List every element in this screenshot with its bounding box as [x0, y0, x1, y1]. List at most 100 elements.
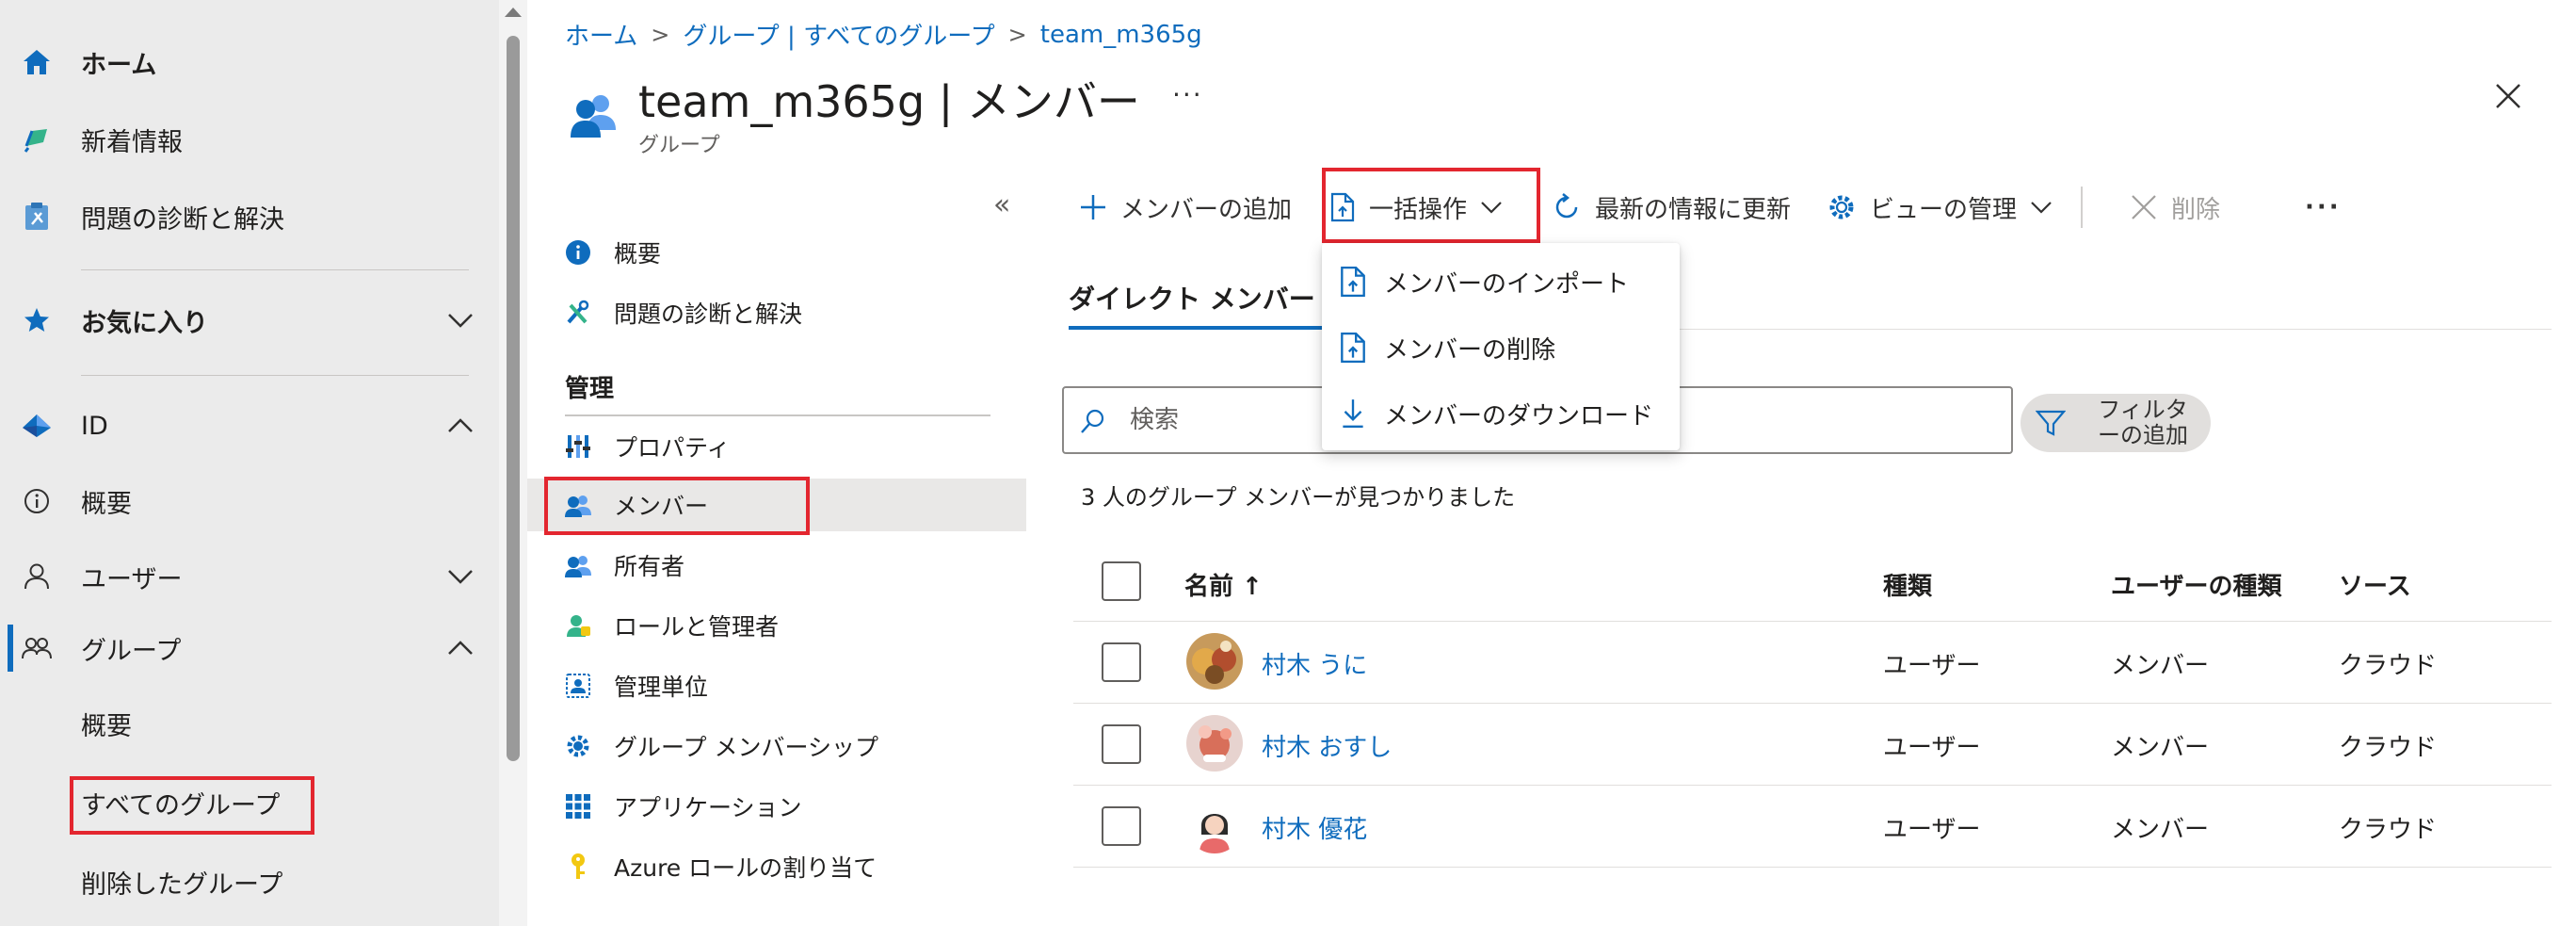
left-navigation: ホーム 新着情報 問題の診断と解決 お気に入り ID 概要 ユーザー グループ …	[0, 0, 499, 926]
chevron-up-icon[interactable]	[446, 416, 475, 435]
row-checkbox[interactable]	[1102, 724, 1141, 764]
delete-label: 削除	[2171, 195, 2221, 224]
menu-diagnose[interactable]: 問題の診断と解決	[527, 286, 1026, 339]
menu-properties-label: プロパティ	[614, 434, 731, 462]
nav-home-label: ホーム	[81, 50, 157, 80]
refresh-button[interactable]: 最新の情報に更新	[1552, 179, 1791, 236]
group-icon	[571, 95, 616, 138]
breadcrumb-groups[interactable]: グループ | すべてのグループ	[683, 17, 994, 52]
filter-icon	[2036, 410, 2066, 436]
nav-groups-label: グループ	[81, 636, 182, 666]
page-title: team_m365g | メンバー	[638, 76, 1140, 127]
member-name-link[interactable]: 村木 うに	[1262, 646, 1367, 681]
member-source: クラウド	[2339, 816, 2438, 844]
menu-item-download-members[interactable]: メンバーのダウンロード	[1322, 382, 1680, 445]
admin-unit-icon	[563, 671, 593, 701]
nav-favorites[interactable]: お気に入り	[0, 292, 499, 349]
menu-roles-admins[interactable]: ロールと管理者	[527, 599, 1026, 652]
table-row[interactable]: 村木 優花 ユーザー メンバー クラウド	[1073, 786, 2552, 868]
column-header-name[interactable]: 名前 ↑	[1184, 567, 1263, 602]
table-header: 名前 ↑ 種類 ユーザーの種類 ソース	[1073, 546, 2552, 622]
person-icon	[21, 560, 53, 593]
member-user-type: メンバー	[2111, 816, 2210, 844]
member-user-type: メンバー	[2111, 652, 2210, 680]
menu-owners[interactable]: 所有者	[527, 539, 1026, 592]
nav-diagnose-label: 問題の診断と解決	[81, 204, 284, 235]
menu-roles-admins-label: ロールと管理者	[614, 613, 780, 641]
breadcrumb-separator: >	[1007, 21, 1027, 48]
chevron-up-icon[interactable]	[446, 639, 475, 658]
add-member-button[interactable]: メンバーの追加	[1079, 179, 1292, 236]
column-header-source[interactable]: ソース	[2339, 567, 2411, 602]
nav-deleted-groups[interactable]: 削除したグループ	[0, 853, 499, 910]
scroll-up-arrow-icon[interactable]	[505, 8, 522, 17]
table-row[interactable]: 村木 おすし ユーザー メンバー クラウド	[1073, 704, 2552, 786]
nav-groups[interactable]: グループ	[0, 620, 499, 676]
member-source: クラウド	[2339, 734, 2438, 762]
breadcrumb: ホーム > グループ | すべてのグループ > team_m365g	[565, 17, 1202, 52]
column-header-user-type[interactable]: ユーザーの種類	[2111, 567, 2281, 602]
tab-direct-members[interactable]: ダイレクト メンバー	[1069, 279, 1315, 317]
nav-diagnose[interactable]: 問題の診断と解決	[0, 188, 499, 245]
result-count: 3 人のグループ メンバーが見つかりました	[1081, 484, 1516, 511]
search-icon	[1081, 409, 1104, 433]
plus-icon	[1081, 195, 1105, 219]
home-icon	[21, 46, 53, 78]
menu-applications[interactable]: アプリケーション	[527, 780, 1026, 833]
breadcrumb-current[interactable]: team_m365g	[1040, 21, 1202, 49]
download-icon	[1343, 399, 1363, 428]
row-checkbox[interactable]	[1102, 642, 1141, 682]
menu-group-memberships-label: グループ メンバーシップ	[614, 734, 878, 761]
manage-view-button[interactable]: ビューの管理	[1827, 179, 2053, 236]
chevron-down-icon[interactable]	[446, 311, 475, 330]
breadcrumb-home[interactable]: ホーム	[565, 17, 637, 52]
menu-item-import-members[interactable]: メンバーのインポート	[1322, 251, 1680, 313]
row-checkbox[interactable]	[1102, 806, 1141, 846]
tab-active-indicator	[1069, 326, 1323, 330]
header-more-button[interactable]: ···	[1172, 79, 1203, 110]
close-icon[interactable]	[2493, 81, 2523, 111]
member-name-link[interactable]: 村木 優花	[1262, 810, 1367, 845]
nav-whats-new[interactable]: 新着情報	[0, 111, 499, 168]
table-row[interactable]: 村木 うに ユーザー メンバー クラウド	[1073, 622, 2552, 704]
collapse-menu-button[interactable]: «	[993, 188, 1010, 221]
column-header-type[interactable]: 種類	[1883, 567, 1932, 602]
menu-section-manage: 管理	[565, 375, 615, 403]
chevron-down-icon	[2031, 202, 2052, 214]
add-filter-label-line1: フィルタ	[2098, 397, 2188, 423]
menu-azure-roles[interactable]: Azure ロールの割り当て	[527, 840, 1026, 893]
nav-home[interactable]: ホーム	[0, 34, 499, 90]
menu-group-memberships[interactable]: グループ メンバーシップ	[527, 720, 1026, 772]
refresh-icon	[1555, 193, 1578, 219]
star-icon	[21, 304, 53, 336]
delete-button[interactable]: 削除	[2130, 179, 2220, 236]
menu-azure-roles-label: Azure ロールの割り当て	[614, 854, 877, 882]
highlight-box-members	[544, 477, 810, 535]
nav-users[interactable]: ユーザー	[0, 548, 499, 605]
nav-identity[interactable]: ID	[0, 398, 499, 454]
add-filter-button[interactable]: フィルタ ーの追加	[2021, 394, 2211, 452]
nav-groups-overview-label: 概要	[81, 711, 132, 741]
people-group-icon	[21, 632, 53, 664]
highlight-box-bulk-operations	[1322, 168, 1540, 243]
menu-item-remove-members[interactable]: メンバーの削除	[1322, 317, 1680, 379]
nav-overview[interactable]: 概要	[0, 473, 499, 529]
menu-overview[interactable]: 概要	[527, 226, 1026, 279]
nav-scrollbar-thumb[interactable]	[507, 36, 520, 761]
add-member-label: メンバーの追加	[1120, 195, 1293, 224]
add-filter-label-line2: ーの追加	[2098, 422, 2188, 448]
nav-groups-overview[interactable]: 概要	[0, 695, 499, 752]
role-person-icon	[563, 610, 593, 641]
menu-admin-units[interactable]: 管理単位	[527, 659, 1026, 712]
member-name-link[interactable]: 村木 おすし	[1262, 728, 1392, 763]
owners-icon	[563, 550, 593, 580]
select-all-checkbox[interactable]	[1102, 561, 1141, 601]
nav-identity-label: ID	[81, 411, 108, 441]
toolbar-more-button[interactable]: ···	[2305, 179, 2342, 236]
menu-overview-label: 概要	[614, 240, 662, 268]
menu-admin-units-label: 管理単位	[614, 674, 709, 701]
gear-group-icon	[563, 731, 593, 761]
chevron-down-icon[interactable]	[446, 567, 475, 586]
menu-properties[interactable]: プロパティ	[527, 420, 1026, 473]
member-type: ユーザー	[1883, 652, 1981, 680]
